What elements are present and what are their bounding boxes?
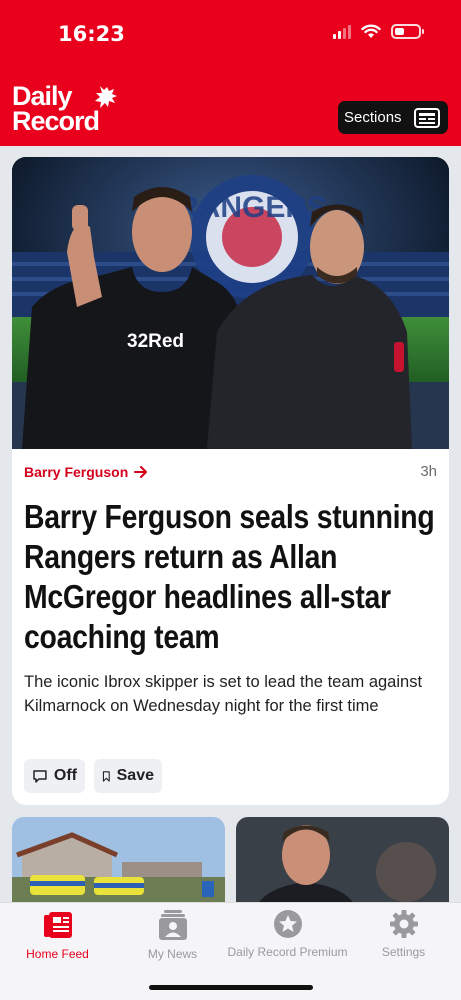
comments-button[interactable]: Off (24, 759, 85, 793)
newspaper-icon (43, 912, 72, 938)
article-meta: Barry Ferguson 3h (24, 462, 437, 482)
app-header: 16:23 Daily Record Sections (0, 0, 461, 146)
sections-button[interactable]: Sections (338, 101, 448, 134)
battery-icon (391, 24, 424, 39)
bookmark-icon (102, 770, 110, 782)
sections-icon (414, 107, 440, 128)
article-standfirst: The iconic Ibrox skipper is set to lead … (24, 673, 423, 715)
kicker-label: Barry Ferguson (24, 464, 129, 480)
lion-rampant-icon (95, 86, 117, 108)
save-button[interactable]: Save (94, 759, 162, 793)
wifi-icon (361, 24, 381, 38)
sections-label: Sections (344, 109, 402, 126)
article-thumbnail-gerrard[interactable] (236, 817, 449, 907)
article-time: 3h (420, 463, 437, 480)
hero-sponsor-text: 32Red (127, 331, 184, 352)
my-news-icon (158, 910, 187, 940)
tab-label-home-feed: Home Feed (26, 947, 89, 961)
tab-label-settings: Settings (381, 945, 426, 959)
comment-icon (33, 769, 47, 783)
tab-daily-record-premium[interactable]: Daily Record Premium (227, 909, 348, 969)
kicker-link[interactable]: Barry Ferguson (24, 464, 148, 480)
star-icon (273, 910, 302, 938)
comments-label: Off (53, 767, 77, 784)
save-label: Save (116, 767, 154, 784)
tab-label-premium: Daily Record Premium (227, 945, 348, 959)
signal-icon (333, 24, 351, 39)
tab-label-my-news: My News (147, 947, 198, 961)
daily-record-logo[interactable]: Daily Record (12, 83, 100, 135)
tab-settings[interactable]: Settings (346, 909, 461, 969)
tab-my-news[interactable]: My News (115, 909, 230, 969)
home-indicator[interactable] (149, 985, 313, 990)
article-hero-image[interactable]: RANGERS 32Red (12, 157, 449, 449)
hero-sign-text: RANGERS (177, 191, 327, 224)
article-thumbnail-police[interactable] (12, 817, 225, 907)
status-time: 16:23 (58, 22, 125, 46)
article-actions: Off Save (24, 759, 162, 793)
article-headline[interactable]: Barry Ferguson seals stunning Rangers re… (24, 497, 437, 657)
arrow-right-icon (134, 466, 148, 478)
status-icons (333, 24, 424, 39)
article-card[interactable]: RANGERS 32Red Barry Ferguson 3h Barry Fe… (12, 157, 449, 805)
tab-home-feed[interactable]: Home Feed (0, 909, 115, 969)
gear-icon (389, 910, 418, 938)
